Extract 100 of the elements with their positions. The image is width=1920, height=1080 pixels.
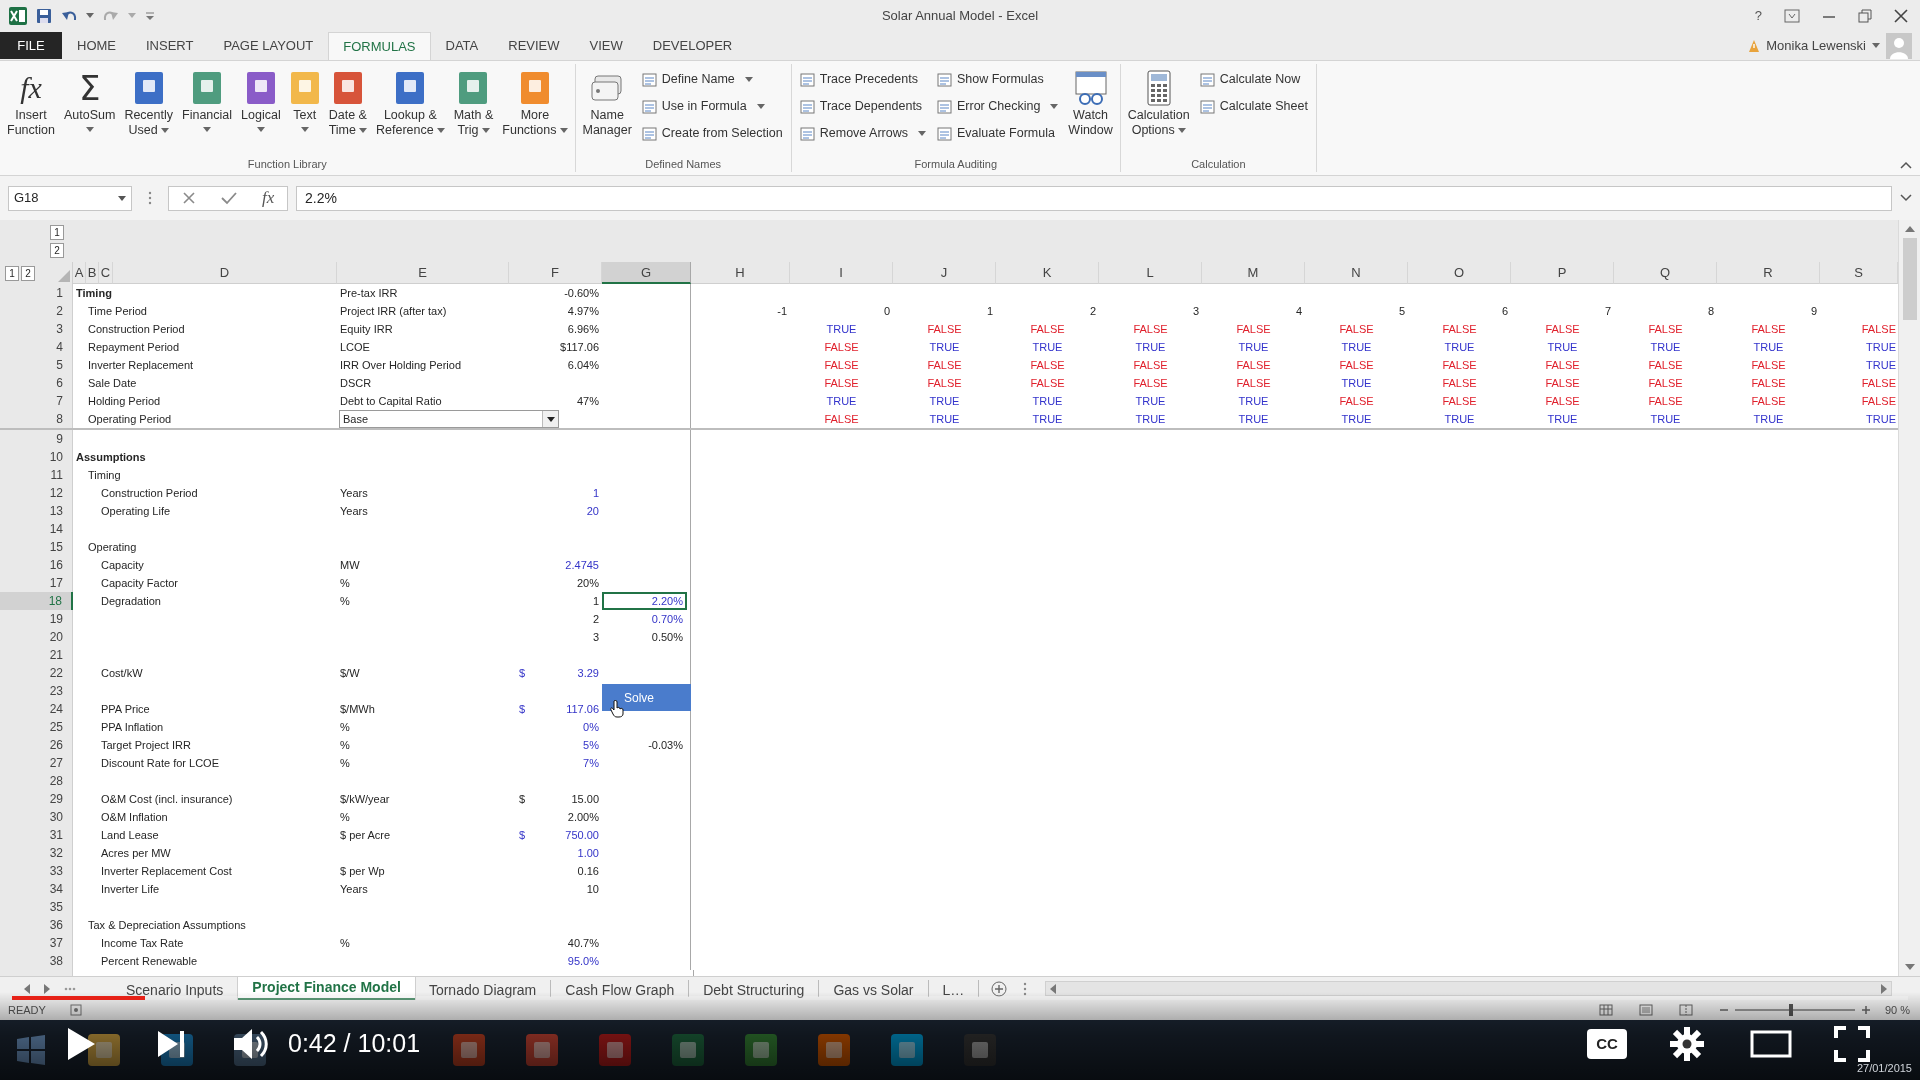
row-header[interactable]: 27 [0,754,73,772]
table-cell[interactable]: 0.50% [602,628,687,646]
row-header[interactable]: 23 [0,682,73,700]
captions-button[interactable]: CC [1587,1029,1627,1059]
row-header[interactable]: 1 [0,284,73,302]
ribbon-button[interactable]: fx Insert Function [3,64,59,152]
row-header[interactable]: 7 [0,392,73,410]
enter-icon[interactable] [220,191,237,205]
row-header[interactable]: 19 [0,610,73,628]
restore-icon[interactable] [1858,8,1872,23]
row-header[interactable]: 32 [0,844,73,862]
next-icon[interactable] [156,1029,186,1059]
formula-field[interactable]: 2.2% [296,185,1892,211]
name-box[interactable]: G18 [8,185,132,211]
outline-level-button[interactable]: 1 [50,225,64,240]
horizontal-scrollbar[interactable] [1045,981,1892,996]
column-header[interactable]: A [73,262,86,284]
row-header[interactable]: 4 [0,338,73,356]
scroll-up-icon[interactable] [1904,226,1915,232]
row-header[interactable]: 12 [0,484,73,502]
ribbon-tab[interactable]: DEVELOPER [637,32,748,60]
slider-thumb[interactable] [1788,1004,1793,1016]
ribbon-button[interactable]: Recently Used [120,64,177,152]
ribbon-tab[interactable]: INSERT [131,32,209,60]
more-sheets-icon[interactable] [64,986,76,991]
ribbon-tab[interactable]: PAGE LAYOUT [208,32,329,60]
ribbon-command[interactable]: Calculate Now [1197,66,1310,93]
row-header[interactable]: 36 [0,916,73,934]
row-header[interactable]: 14 [0,520,73,538]
normal-view-icon[interactable] [1598,1004,1613,1016]
ribbon-command[interactable]: Use in Formula [639,93,785,120]
ribbon-command[interactable]: Create from Selection [639,120,785,147]
table-cell[interactable]: 2.20% [602,592,687,610]
row-header[interactable]: 33 [0,862,73,880]
macro-record-icon[interactable] [69,1004,82,1016]
ribbon-command[interactable]: Show Formulas [934,66,1061,93]
row-header[interactable]: 3 [0,320,73,338]
column-header[interactable]: Q [1614,262,1717,284]
column-header[interactable]: G [602,262,691,284]
settings-icon[interactable] [1669,1026,1705,1062]
ribbon-button[interactable]: Text [285,64,324,152]
page-break-icon[interactable] [1678,1004,1693,1016]
row-header[interactable]: 34 [0,880,73,898]
ribbon-button[interactable]: Σ AutoSum [59,64,120,152]
row-header[interactable]: 9 [0,430,73,448]
sheet-tab[interactable]: Cash Flow Graph [551,980,690,997]
row-header[interactable]: 17 [0,574,73,592]
row-header[interactable]: 29 [0,790,73,808]
table-cell[interactable]: -0.03% [602,736,687,754]
ribbon-button[interactable]: Date & Time [324,64,371,152]
column-header[interactable]: I [790,262,893,284]
column-header[interactable]: O [1408,262,1511,284]
account-name[interactable]: Monika Lewenski [1766,35,1866,56]
theater-mode-icon[interactable] [1750,1029,1792,1059]
sheet-tab[interactable]: Debt Structuring [689,980,820,997]
ribbon-command[interactable]: Define Name [639,66,785,93]
ribbon-display-icon[interactable] [1784,8,1800,23]
row-header[interactable]: 10 [0,448,73,466]
ribbon-button[interactable]: Watch Window [1064,64,1117,152]
close-icon[interactable] [1894,8,1908,23]
row-header[interactable]: 16 [0,556,73,574]
ribbon-button[interactable]: Logical [237,64,285,152]
scroll-right-icon[interactable] [1881,983,1887,994]
save-icon[interactable] [36,7,52,24]
ribbon-button[interactable]: Lookup & Reference [372,64,449,152]
ribbon-command[interactable]: Evaluate Formula [934,120,1061,147]
column-header[interactable]: S [1820,262,1898,284]
column-header[interactable]: K [996,262,1099,284]
row-header[interactable]: 30 [0,808,73,826]
ribbon-command[interactable]: Trace Dependents [797,93,928,120]
ribbon-command[interactable]: Calculate Sheet [1197,93,1310,120]
sheet-tab[interactable]: Gas vs Solar [819,980,929,997]
dropdown-field[interactable]: Base [339,410,559,428]
help-button[interactable]: ? [1754,5,1762,26]
sheet-tab[interactable]: Tornado Diagram [414,980,552,997]
row-header[interactable]: 8 [0,410,73,428]
row-header[interactable]: 18 [0,592,73,610]
vertical-scrollbar[interactable] [1898,220,1920,976]
ribbon-button[interactable]: Math & Trig [449,64,498,152]
ribbon-button[interactable]: Financial [178,64,237,152]
ribbon-tab[interactable]: DATA [430,32,494,60]
row-header[interactable]: 13 [0,502,73,520]
insert-function-button[interactable]: fx [262,185,275,211]
row-header[interactable]: 6 [0,374,73,392]
ribbon-tab[interactable]: VIEW [574,32,638,60]
outline-level-button[interactable]: 1 [5,265,19,281]
row-header[interactable]: 15 [0,538,73,556]
next-sheet-icon[interactable] [44,983,50,994]
row-header[interactable]: 35 [0,898,73,916]
outline-level-button[interactable]: 2 [50,243,64,258]
ribbon-command[interactable]: Error Checking [934,93,1061,120]
row-header[interactable]: 22 [0,664,73,682]
page-layout-icon[interactable] [1638,1004,1653,1016]
ribbon-tab[interactable]: FILE [0,32,62,59]
row-header[interactable]: 21 [0,646,73,664]
row-header[interactable]: 28 [0,772,73,790]
scroll-left-icon[interactable] [1050,983,1057,994]
scroll-down-icon[interactable] [1904,964,1915,970]
row-header[interactable]: 38 [0,952,73,970]
ribbon-button[interactable]: Calculation Options [1123,64,1194,152]
